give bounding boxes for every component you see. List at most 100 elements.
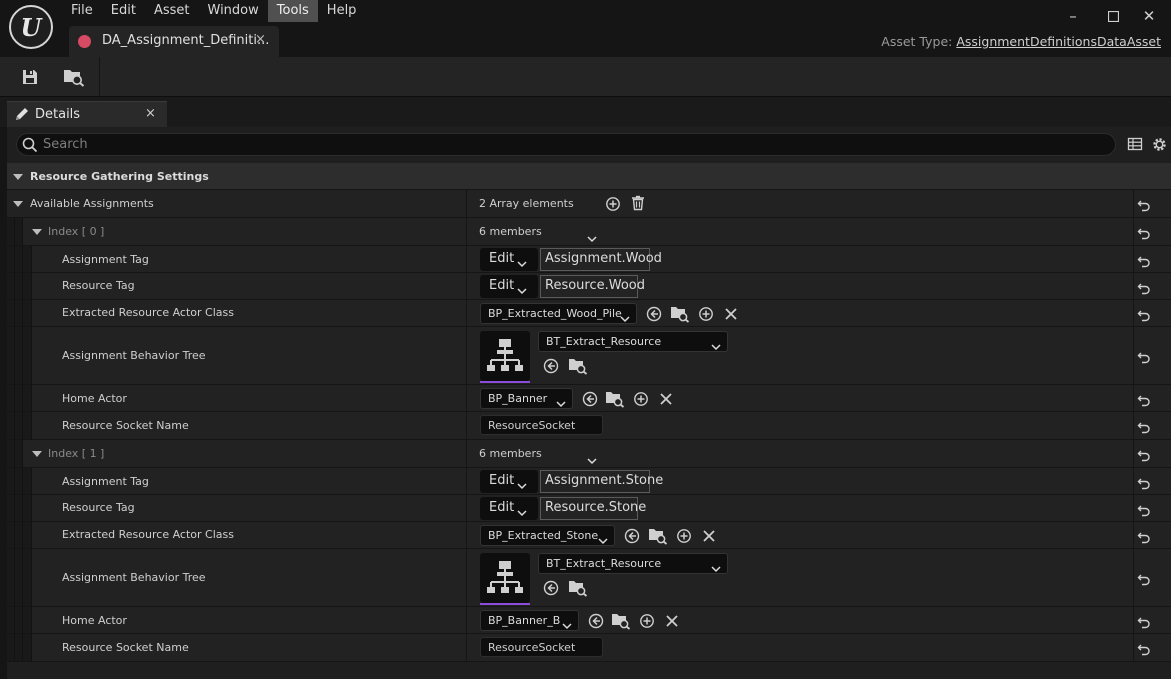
collapse-arrow-icon[interactable] <box>13 201 23 207</box>
settings-button[interactable] <box>1151 136 1168 157</box>
pencil-icon <box>16 108 28 120</box>
add-icon[interactable] <box>638 612 656 630</box>
use-selected-icon[interactable] <box>645 305 663 323</box>
reset-to-default-icon[interactable] <box>1137 307 1151 322</box>
chevron-down-icon[interactable] <box>587 228 597 247</box>
close-details-button[interactable]: × <box>145 106 156 121</box>
socket-name-field[interactable]: ResourceSocket <box>480 415 603 435</box>
browse-icon[interactable] <box>670 305 690 323</box>
reset-to-default-icon[interactable] <box>1137 447 1151 462</box>
browse-icon[interactable] <box>611 612 631 630</box>
indent-guide <box>23 607 32 633</box>
class-picker[interactable]: BP_Extracted_Wood_Pile <box>480 303 637 324</box>
table-view-icon <box>1127 137 1143 151</box>
menu-tools[interactable]: Tools <box>267 0 318 22</box>
menu-window[interactable]: Window <box>199 0 268 22</box>
maximize-button[interactable] <box>1100 5 1126 27</box>
indent-guide <box>15 412 23 439</box>
category-header[interactable]: Resource Gathering Settings <box>7 163 1171 190</box>
edit-tag-button[interactable]: Edit <box>480 248 538 271</box>
indent-guide <box>23 246 32 272</box>
socket-name-field[interactable]: ResourceSocket <box>480 637 603 657</box>
add-icon[interactable] <box>632 390 650 408</box>
collapse-arrow-icon[interactable] <box>13 174 23 180</box>
reset-to-default-icon[interactable] <box>1137 197 1151 212</box>
socket-value: ResourceSocket <box>488 419 576 432</box>
details-tab[interactable]: Details × <box>7 101 167 127</box>
asset-thumbnail[interactable] <box>480 331 530 383</box>
actor-picker[interactable]: BP_Banner <box>480 388 573 409</box>
class-picker[interactable]: BP_Extracted_Stone <box>480 525 615 546</box>
clear-icon[interactable] <box>700 527 718 545</box>
use-selected-icon[interactable] <box>581 390 599 408</box>
save-button[interactable] <box>18 65 42 89</box>
edit-label: Edit <box>489 251 515 266</box>
reset-to-default-icon[interactable] <box>1137 641 1151 656</box>
asset-type-link[interactable]: AssignmentDefinitionsDataAsset <box>956 34 1161 49</box>
property-label: Resource Tag <box>62 279 135 292</box>
asset-picker[interactable]: BT_Extract_Resource <box>538 553 728 574</box>
edit-tag-button[interactable]: Edit <box>480 470 538 493</box>
clear-icon[interactable] <box>657 390 675 408</box>
menu-edit[interactable]: Edit <box>102 0 145 22</box>
delete-all-icon[interactable] <box>629 194 647 212</box>
indent-guide <box>15 634 23 661</box>
unreal-logo-icon[interactable]: U <box>9 5 53 49</box>
document-tab[interactable]: DA_Assignment_Definiti... × <box>69 26 279 57</box>
edit-tag-button[interactable]: Edit <box>480 497 538 520</box>
search-input[interactable] <box>43 136 1103 153</box>
edit-tag-button[interactable]: Edit <box>480 275 538 298</box>
browse-to-asset-button[interactable] <box>62 65 86 89</box>
reset-to-default-icon[interactable] <box>1137 502 1151 517</box>
add-icon[interactable] <box>675 527 693 545</box>
menu-help[interactable]: Help <box>318 0 366 22</box>
browse-icon[interactable] <box>605 390 625 408</box>
collapse-arrow-icon[interactable] <box>32 451 42 457</box>
asset-type: Asset Type: AssignmentDefinitionsDataAss… <box>881 34 1161 49</box>
gameplay-tag[interactable]: Resource.Wood <box>540 275 645 298</box>
gameplay-tag[interactable]: Assignment.Stone <box>540 470 663 493</box>
use-selected-icon[interactable] <box>542 579 560 597</box>
add-element-icon[interactable] <box>604 195 622 213</box>
indent-guide <box>23 549 32 606</box>
browse-icon[interactable] <box>648 527 668 545</box>
indent-guide <box>15 246 23 272</box>
asset-picker[interactable]: BT_Extract_Resource <box>538 331 728 352</box>
actor-value: BP_Banner <box>488 392 548 405</box>
use-selected-icon[interactable] <box>587 612 605 630</box>
minimize-button[interactable]: – <box>1060 5 1086 27</box>
chevron-down-icon[interactable] <box>587 450 597 469</box>
collapse-arrow-icon[interactable] <box>32 229 42 235</box>
asset-thumbnail[interactable] <box>480 553 530 605</box>
clear-icon[interactable] <box>722 305 740 323</box>
reset-to-default-icon[interactable] <box>1137 571 1151 586</box>
reset-to-default-icon[interactable] <box>1137 419 1151 434</box>
menu-asset[interactable]: Asset <box>145 0 199 22</box>
reset-to-default-icon[interactable] <box>1137 349 1151 364</box>
gameplay-tag[interactable]: Resource.Stone <box>540 497 646 520</box>
reset-to-default-icon[interactable] <box>1137 614 1151 629</box>
reset-to-default-icon[interactable] <box>1137 280 1151 295</box>
indent-guide <box>23 412 32 439</box>
menu-file[interactable]: File <box>62 0 102 22</box>
reset-to-default-icon[interactable] <box>1137 225 1151 240</box>
close-window-button[interactable]: ✕ <box>1136 5 1162 27</box>
browse-icon[interactable] <box>568 579 588 597</box>
add-icon[interactable] <box>697 305 715 323</box>
gameplay-tag[interactable]: Assignment.Wood <box>540 248 662 271</box>
close-tab-button[interactable]: × <box>255 32 266 47</box>
behavior-tree-icon <box>485 558 525 602</box>
tag-value: Resource.Stone <box>545 500 647 515</box>
reset-to-default-icon[interactable] <box>1137 475 1151 490</box>
table-view-button[interactable] <box>1127 136 1143 156</box>
use-selected-icon[interactable] <box>542 357 560 375</box>
use-selected-icon[interactable] <box>623 527 641 545</box>
actor-picker[interactable]: BP_Banner_B <box>480 610 579 631</box>
reset-to-default-icon[interactable] <box>1137 529 1151 544</box>
asset-type-underline <box>480 603 530 605</box>
browse-icon[interactable] <box>568 357 588 375</box>
reset-to-default-icon[interactable] <box>1137 392 1151 407</box>
clear-icon[interactable] <box>663 612 681 630</box>
reset-to-default-icon[interactable] <box>1137 253 1151 268</box>
chevron-down-icon <box>598 530 608 549</box>
